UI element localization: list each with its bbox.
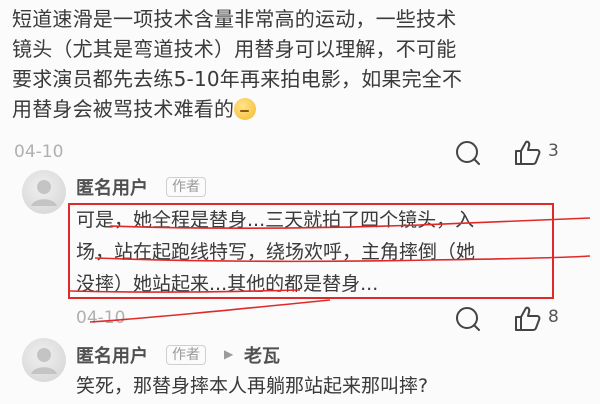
- post-text: 短道速滑是一项技术含量非常高的运动，一些技术 镜头（尤其是弯道技术）用替身可以理…: [12, 4, 592, 124]
- annotation-highlight-box: [68, 203, 554, 299]
- comment-2-author-badge: 作者: [166, 345, 206, 365]
- post-action-row: 04-10 3: [14, 138, 588, 168]
- thinking-face-emoji-icon: [234, 98, 257, 120]
- post-line-1: 短道速滑是一项技术含量非常高的运动，一些技术: [12, 7, 457, 31]
- comment-bubble-icon[interactable]: [452, 304, 484, 338]
- thumbs-up-icon[interactable]: [512, 304, 544, 338]
- comment-1-author[interactable]: 匿名用户: [76, 174, 148, 200]
- default-avatar-icon[interactable]: [22, 338, 66, 382]
- comment-1-author-badge: 作者: [166, 177, 206, 197]
- post-date: 04-10: [14, 142, 64, 162]
- reply-arrow-icon: ▶: [224, 347, 234, 361]
- comment-2-reply-to[interactable]: 老瓦: [244, 342, 280, 368]
- comment-1-like-count: 8: [548, 307, 559, 327]
- default-avatar-icon[interactable]: [22, 170, 66, 214]
- post-line-3: 要求演员都先去练5-10年再来拍电影，如果完全不: [12, 67, 463, 91]
- comment-2-author[interactable]: 匿名用户: [76, 342, 148, 368]
- thumbs-up-icon[interactable]: [512, 138, 544, 172]
- comment-bubble-icon[interactable]: [452, 138, 484, 172]
- post-line-4-text: 用替身会被骂技术难看的: [12, 97, 235, 121]
- comment-2-text: 笑死，那替身摔本人再躺那站起来那叫摔?: [76, 370, 428, 402]
- post-like-count: 3: [548, 141, 559, 161]
- comment-1-action-row: 04-10 8: [76, 304, 588, 334]
- comment-1-date: 04-10: [76, 308, 126, 328]
- comment-2-line-1: 笑死，那替身摔本人再躺那站起来那叫摔?: [76, 375, 429, 397]
- post-line-2: 镜头（尤其是弯道技术）用替身可以理解，不可能: [12, 37, 457, 61]
- post-line-4: 用替身会被骂技术难看的: [12, 94, 592, 124]
